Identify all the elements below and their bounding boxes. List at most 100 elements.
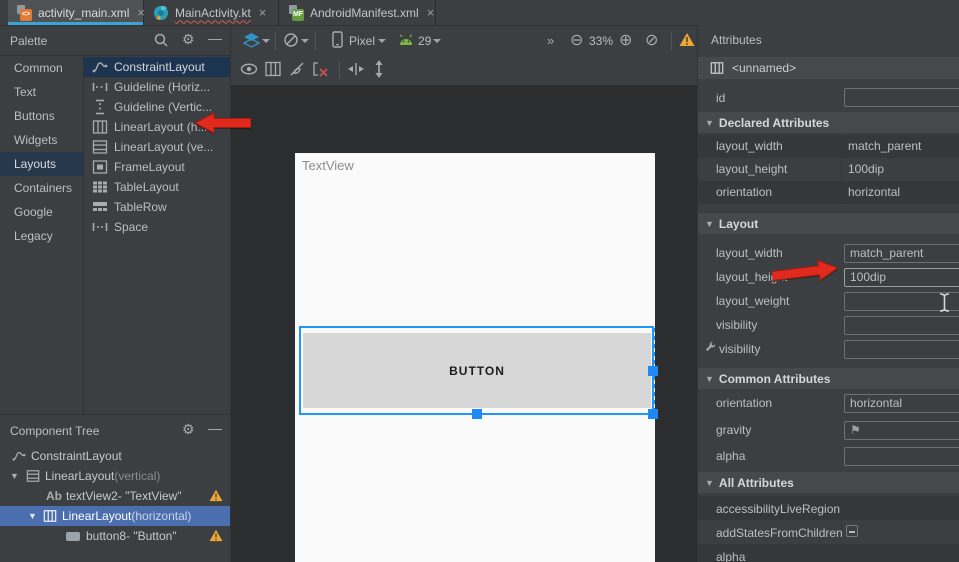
layout-width-input[interactable]: match_parent: [844, 244, 959, 263]
visibility-input[interactable]: [844, 316, 959, 335]
android-studio-layout-editor: <> activity_main.xml × MainActivity.kt ×…: [0, 0, 959, 562]
attr-name: accessibilityLiveRegion: [716, 502, 840, 516]
orientation-input[interactable]: horizontal: [844, 394, 959, 413]
section-common-attributes[interactable]: ▼ Common Attributes: [698, 368, 959, 389]
device-canvas[interactable]: TextView BUTTON: [295, 153, 655, 562]
palette-item-tablelayout[interactable]: TableLayout: [84, 177, 230, 197]
red-arrow-palette-linearlayout: [195, 112, 251, 134]
tools-visibility-input[interactable]: [844, 340, 959, 359]
palette-item-framelayout[interactable]: FrameLayout: [84, 157, 230, 177]
resize-handle-right[interactable]: [648, 366, 658, 376]
search-icon[interactable]: [153, 32, 169, 48]
minimize-icon[interactable]: —: [208, 31, 222, 45]
attr-value[interactable]: match_parent: [848, 139, 921, 153]
selection-rectangle[interactable]: [299, 326, 654, 415]
gravity-input[interactable]: ⚑: [844, 421, 959, 440]
close-icon[interactable]: ×: [427, 6, 435, 19]
tab-androidmanifest-xml[interactable]: MF AndroidManifest.xml ×: [280, 0, 436, 25]
resize-handle-bottom[interactable]: [472, 409, 482, 419]
attr-value[interactable]: 100dip: [848, 162, 884, 176]
guideline-horizontal-icon: [92, 79, 108, 95]
autoconnect-off-magnet-icon[interactable]: [288, 60, 307, 78]
gear-icon[interactable]: ⚙: [182, 422, 195, 436]
zoom-out-icon[interactable]: ⊖: [570, 30, 583, 50]
palette-category-common[interactable]: Common: [0, 56, 83, 80]
tab-mainactivity-kt[interactable]: MainActivity.kt ×: [145, 0, 279, 25]
chevron-down-icon[interactable]: [433, 39, 441, 43]
warning-icon[interactable]: [679, 32, 694, 46]
design-toolbar: Pixel 29 » ⊖ 33% ⊕ ⊘: [231, 26, 697, 55]
attributes-title: Attributes: [711, 33, 762, 47]
android-icon[interactable]: [398, 34, 414, 46]
indeterminate-checkbox[interactable]: [846, 525, 858, 537]
tree-node-linearlayout-vertical[interactable]: ▼ LinearLayout(vertical): [0, 466, 230, 486]
section-all-attributes[interactable]: ▼ All Attributes: [698, 472, 959, 493]
constraint-layout-icon: [12, 449, 26, 463]
palette-category-containers[interactable]: Containers: [0, 176, 83, 200]
expand-vertical-icon[interactable]: [373, 60, 385, 78]
zoom-in-icon[interactable]: ⊕: [619, 30, 632, 50]
chevron-down-icon[interactable]: [262, 39, 270, 43]
api-level-selector[interactable]: 29: [418, 34, 431, 48]
chevron-down-icon[interactable]: [378, 39, 386, 43]
palette-item-guideline-horizontal[interactable]: Guideline (Horiz...: [84, 77, 230, 97]
section-declared-attributes[interactable]: ▼ Declared Attributes: [698, 112, 959, 133]
attributes-panel: Attributes <unnamed> id ▼ Declared Attri…: [697, 25, 959, 562]
design-surface[interactable]: TextView BUTTON: [231, 85, 697, 562]
palette-category-legacy[interactable]: Legacy: [0, 224, 83, 248]
palette-item-tablerow[interactable]: TableRow: [84, 197, 230, 217]
palette-category-buttons[interactable]: Buttons: [0, 104, 83, 128]
layers-icon[interactable]: [243, 32, 260, 48]
device-selector[interactable]: Pixel: [349, 34, 375, 48]
palette-header: Palette ⚙ —: [0, 26, 231, 55]
minimize-icon[interactable]: —: [208, 421, 222, 435]
tab-activity-main-xml[interactable]: <> activity_main.xml ×: [8, 0, 144, 25]
tree-node-textview2[interactable]: Ab textView2- "TextView": [0, 486, 230, 506]
section-layout[interactable]: ▼ Layout: [698, 213, 959, 234]
component-tree-title: Component Tree: [10, 424, 99, 438]
gear-icon[interactable]: ⚙: [182, 32, 195, 46]
palette-item-linearlayout-vertical[interactable]: LinearLayout (ve...: [84, 137, 230, 157]
chevron-down-icon[interactable]: [301, 39, 309, 43]
tree-node-linearlayout-horizontal[interactable]: ▼ LinearLayout(horizontal): [0, 506, 230, 526]
design-secondary-toolbar: [231, 55, 697, 85]
close-icon[interactable]: ×: [137, 6, 145, 19]
resize-handle-bottom-right[interactable]: [648, 409, 658, 419]
attr-name: addStatesFromChildren: [716, 526, 843, 540]
device-phone-icon[interactable]: [332, 31, 343, 48]
attr-name: visibility: [719, 342, 760, 356]
pack-horizontal-icon[interactable]: [347, 62, 365, 76]
theme-icon[interactable]: [283, 32, 299, 48]
attr-name: alpha: [716, 449, 745, 463]
tab-label: AndroidManifest.xml: [310, 6, 419, 20]
tree-node-button8[interactable]: button8- "Button": [0, 526, 230, 546]
clear-constraints-icon[interactable]: [312, 61, 329, 77]
attr-value[interactable]: horizontal: [848, 185, 900, 199]
alpha-input[interactable]: [844, 447, 959, 466]
toolbar-overflow-icon[interactable]: »: [547, 33, 554, 48]
linearlayout-vertical-icon: [26, 469, 40, 483]
id-input[interactable]: [844, 88, 959, 107]
chevron-down-icon[interactable]: ▼: [28, 511, 37, 521]
layout-xml-file-icon: <>: [16, 5, 32, 21]
chevron-down-icon: ▼: [705, 118, 714, 128]
orientation-variant-icon[interactable]: [265, 61, 281, 77]
palette-category-widgets[interactable]: Widgets: [0, 128, 83, 152]
layout-height-input[interactable]: 100dip: [844, 268, 959, 287]
palette-category-google[interactable]: Google: [0, 200, 83, 224]
canvas-textview[interactable]: TextView: [302, 158, 354, 173]
chevron-down-icon: ▼: [705, 478, 714, 488]
close-icon[interactable]: ×: [259, 6, 267, 19]
attr-name: layout_width: [716, 139, 783, 153]
palette-item-constraintlayout[interactable]: ConstraintLayout: [84, 57, 230, 77]
zoom-to-fit-icon[interactable]: ⊘: [645, 30, 658, 50]
flag-icon[interactable]: ⚑: [850, 423, 861, 437]
palette-item-space[interactable]: Space: [84, 217, 230, 237]
palette-category-layouts[interactable]: Layouts: [0, 152, 83, 176]
chevron-down-icon[interactable]: ▼: [10, 471, 19, 481]
tree-node-constraintlayout[interactable]: ConstraintLayout: [0, 446, 230, 466]
view-options-eye-icon[interactable]: [240, 62, 258, 76]
linearlayout-horizontal-icon: [92, 119, 108, 135]
linearlayout-horizontal-icon: [43, 509, 57, 523]
palette-category-text[interactable]: Text: [0, 80, 83, 104]
